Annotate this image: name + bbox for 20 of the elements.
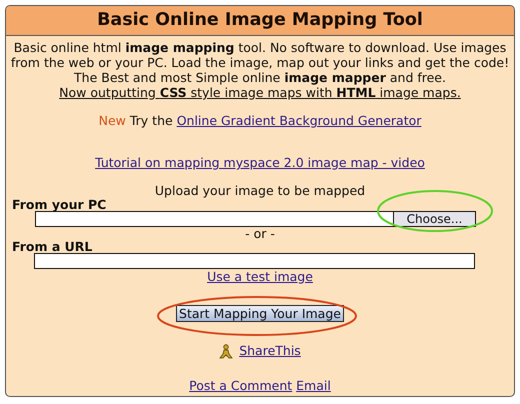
start-mapping-button[interactable]: Start Mapping Your Image bbox=[176, 305, 344, 322]
tutorial-link[interactable]: Tutorial on mapping myspace 2.0 image map - video bbox=[95, 155, 425, 170]
promo-text: Try the bbox=[130, 113, 173, 128]
or-separator: - or - bbox=[245, 227, 275, 240]
test-image-link[interactable]: Use a test image bbox=[207, 269, 313, 284]
css-output-link[interactable]: Now outputting CSS style image maps with HTML image maps. bbox=[59, 85, 461, 100]
upload-heading: Upload your image to be mapped bbox=[154, 183, 366, 198]
footer-link[interactable]: Post a Comment bbox=[189, 376, 292, 396]
url-input-field[interactable] bbox=[34, 253, 475, 269]
from-pc-label: From your PC bbox=[12, 198, 108, 211]
person-icon bbox=[219, 344, 234, 359]
footer-link[interactable]: Email bbox=[296, 376, 331, 396]
choose-file-button[interactable]: Choose... bbox=[394, 211, 476, 227]
gradient-generator-link[interactable]: Online Gradient Background Generator bbox=[176, 113, 422, 128]
share-this-link[interactable]: ShareThis bbox=[239, 342, 301, 361]
intro-paragraph: Basic online html image mapping tool. No software to download. Use images from the web or your PC. Load the image, map out your links and get the code! The Best and most Simple online image mapper and free. bbox=[10, 40, 510, 85]
from-url-label: From a URL bbox=[12, 240, 94, 253]
page-title: Basic Online Image Mapping Tool bbox=[97, 9, 423, 32]
new-label: New bbox=[98, 113, 126, 128]
file-path-field[interactable] bbox=[35, 211, 394, 227]
